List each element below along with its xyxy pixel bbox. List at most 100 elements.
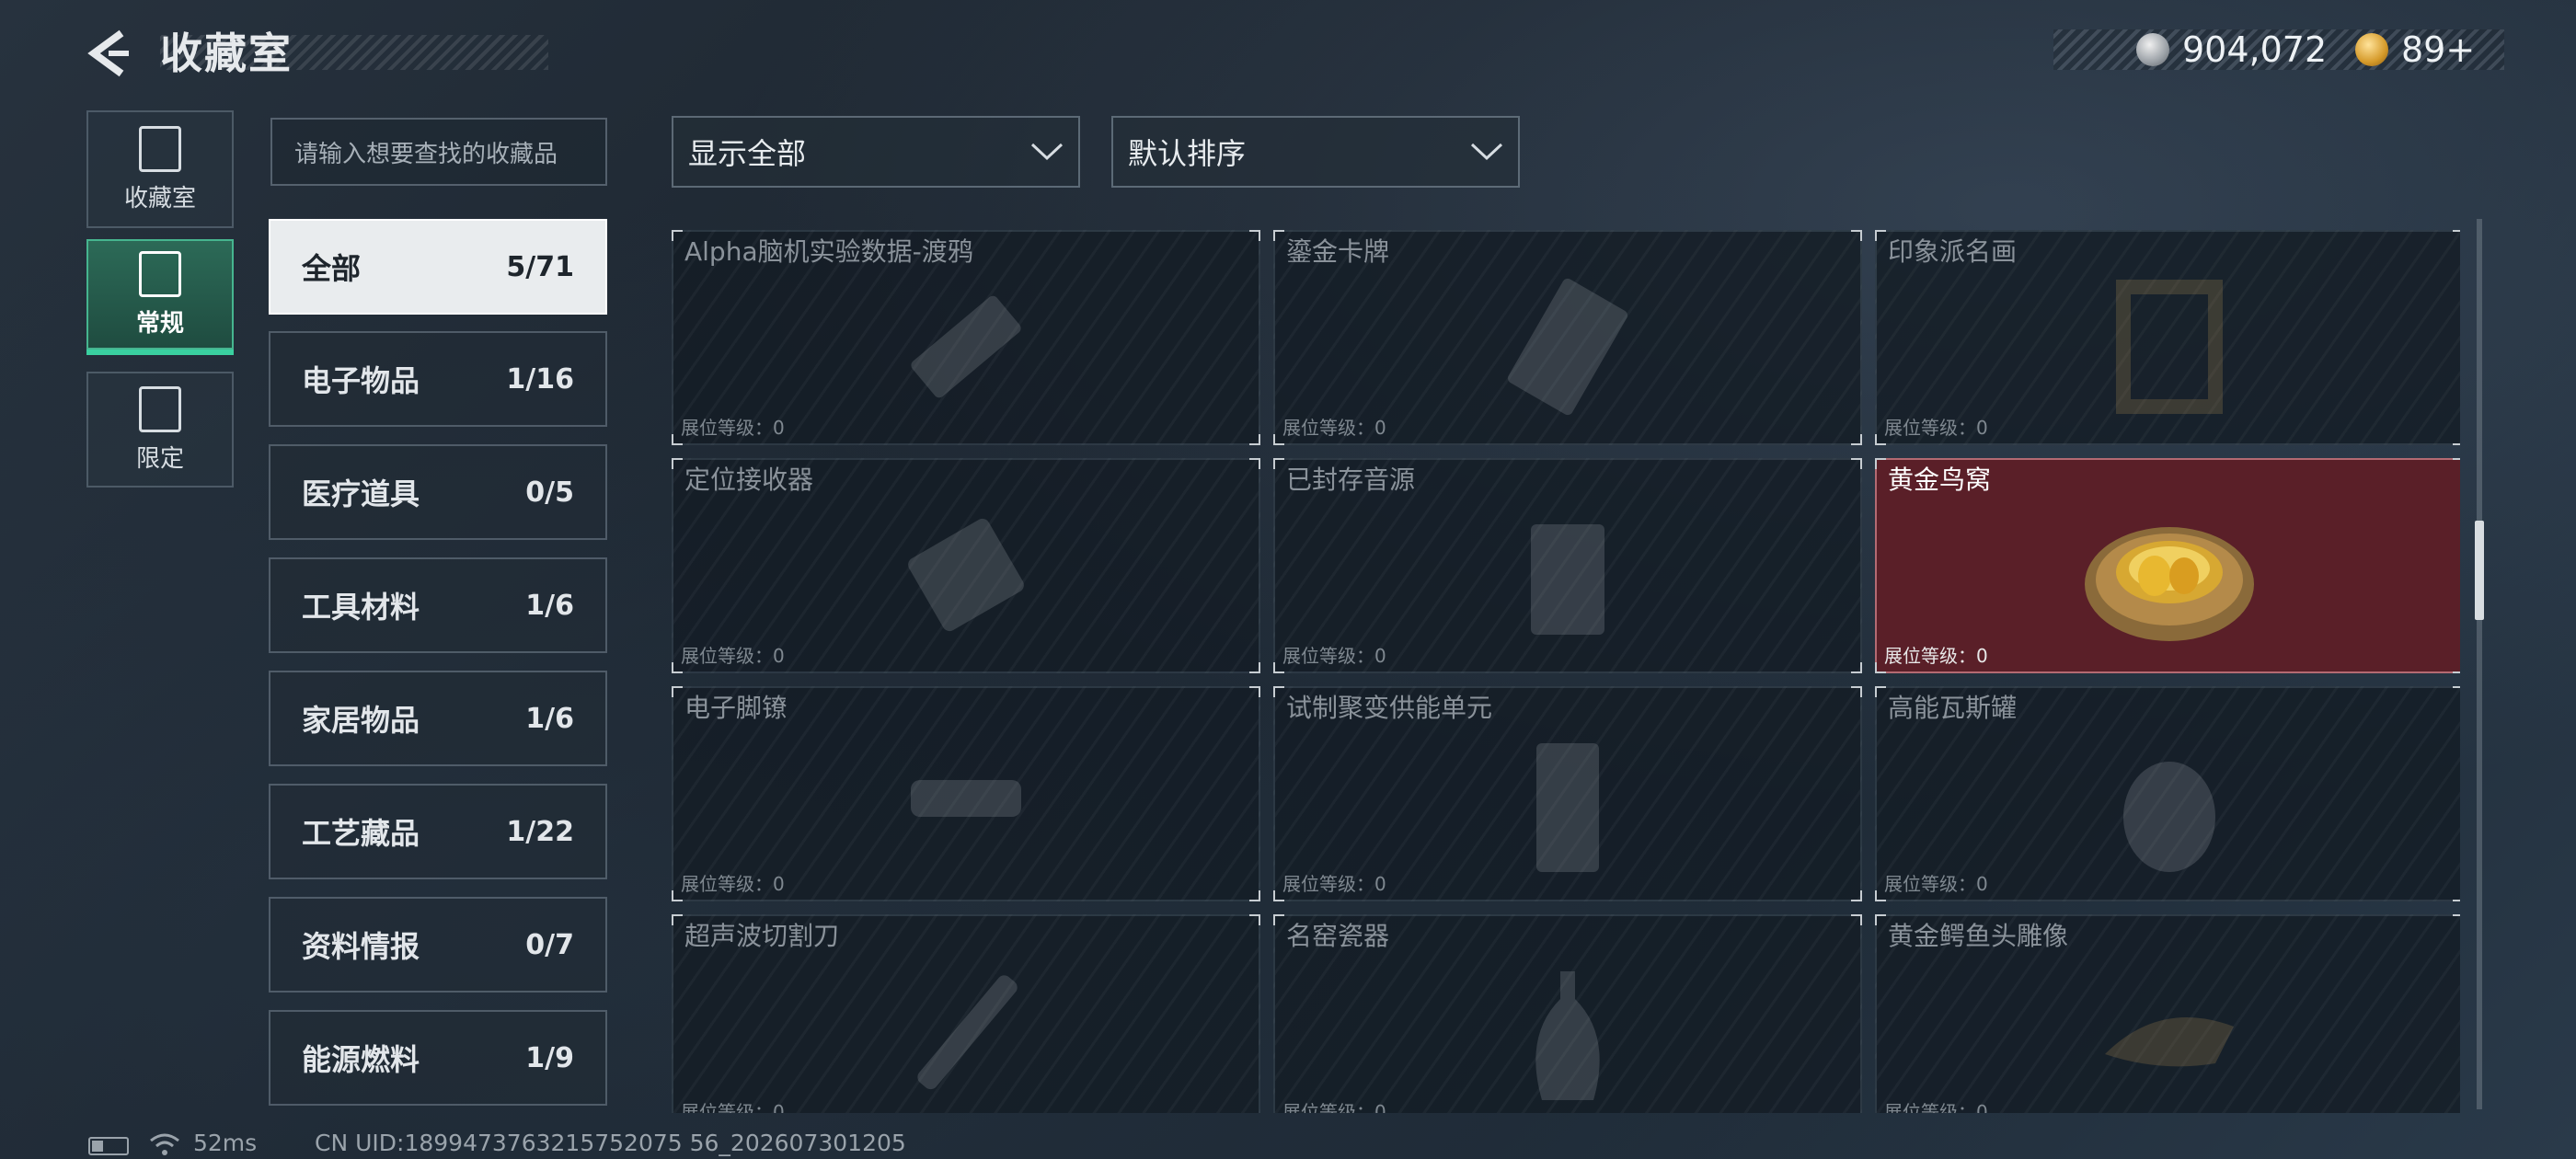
sort-value: 默认排序 <box>1128 136 1247 171</box>
item-card[interactable]: 超声波切割刀 展位等级：0 <box>672 914 1260 1113</box>
category-medical[interactable]: 医疗道具 0/5 <box>269 444 607 540</box>
category-intel[interactable]: 资料情报 0/7 <box>269 897 607 993</box>
category-energy[interactable]: 能源燃料 1/9 <box>269 1010 607 1106</box>
page-title: 收藏室 <box>160 29 293 78</box>
nav-tab-collection[interactable]: 收藏室 <box>86 110 234 228</box>
category-label: 资料情报 <box>302 929 420 964</box>
painting-icon <box>2116 280 2223 414</box>
nav-tab-regular[interactable]: 常规 <box>86 239 234 350</box>
category-label: 电子物品 <box>302 363 420 398</box>
data-device-icon <box>911 295 1021 398</box>
limited-icon <box>139 385 181 432</box>
category-label: 工具材料 <box>302 590 420 625</box>
item-card[interactable]: 印象派名画 展位等级：0 <box>1875 230 2460 445</box>
ankle-monitor-icon <box>911 780 1021 817</box>
item-name: Alpha脑机实验数据-渡鸦 <box>684 236 973 267</box>
category-count: 5/71 <box>506 250 574 283</box>
category-household[interactable]: 家居物品 1/6 <box>269 671 607 766</box>
category-label: 能源燃料 <box>302 1042 420 1077</box>
item-card[interactable]: 鎏金卡牌 展位等级：0 <box>1273 230 1862 445</box>
uid-label: CN UID:1899473763215752075 56_2026073012… <box>315 1130 906 1156</box>
item-name: 高能瓦斯罐 <box>1888 693 2018 723</box>
regular-icon <box>139 250 181 297</box>
fusion-cell-icon <box>1536 743 1599 872</box>
display-filter-dropdown[interactable]: 显示全部 <box>672 116 1080 188</box>
category-label: 医疗道具 <box>302 476 420 511</box>
item-level: 展位等级：0 <box>1282 417 1386 439</box>
item-level: 展位等级：0 <box>1884 645 1988 667</box>
chevron-down-icon <box>1470 143 1503 161</box>
item-name: 黄金鳄鱼头雕像 <box>1888 921 2069 951</box>
ping-label: 52ms <box>193 1130 258 1156</box>
item-level: 展位等级：0 <box>681 417 785 439</box>
nav-tab-label: 收藏室 <box>123 184 196 212</box>
category-count: 0/7 <box>525 928 574 961</box>
item-level: 展位等级：0 <box>1282 1101 1386 1113</box>
silver-amount: 904,072 <box>2182 29 2328 70</box>
category-count: 1/16 <box>506 362 574 396</box>
item-name: 定位接收器 <box>684 465 814 495</box>
item-name: 名窑瓷器 <box>1286 921 1390 951</box>
category-label: 工艺藏品 <box>302 816 420 851</box>
item-level: 展位等级：0 <box>1282 645 1386 667</box>
ultrasonic-cutter-icon <box>917 975 1018 1090</box>
item-name: 试制聚变供能单元 <box>1286 693 1493 723</box>
item-card[interactable]: 黄金鳄鱼头雕像 展位等级：0 <box>1875 914 2460 1113</box>
crocodile-statue-icon <box>2105 1017 2234 1067</box>
collection-grid: Alpha脑机实验数据-渡鸦 展位等级：0 鎏金卡牌 展位等级：0 印象派名画 … <box>672 230 2460 1113</box>
nav-tab-limited[interactable]: 限定 <box>86 372 234 488</box>
receiver-icon <box>908 518 1024 632</box>
item-card[interactable]: 试制聚变供能单元 展位等级：0 <box>1273 686 1862 901</box>
scrollbar-track[interactable] <box>2477 219 2482 1109</box>
audio-source-icon <box>1531 524 1604 635</box>
category-count: 1/22 <box>506 815 574 848</box>
item-level: 展位等级：0 <box>1884 417 1988 439</box>
item-name: 电子脚镣 <box>684 693 788 723</box>
item-card[interactable]: Alpha脑机实验数据-渡鸦 展位等级：0 <box>672 230 1260 445</box>
gold-coin-icon <box>2355 33 2388 66</box>
item-name: 鎏金卡牌 <box>1286 236 1390 267</box>
nav-tab-label: 常规 <box>135 309 184 338</box>
item-level: 展位等级：0 <box>1884 873 1988 895</box>
category-count: 1/6 <box>525 702 574 735</box>
gas-canister-icon <box>2123 762 2215 872</box>
gold-amount[interactable]: 89+ <box>2401 28 2475 72</box>
category-count: 0/5 <box>525 476 574 509</box>
category-label: 全部 <box>302 251 362 286</box>
item-level: 展位等级：0 <box>681 1101 785 1113</box>
category-all[interactable]: 全部 5/71 <box>269 219 607 315</box>
wifi-icon <box>150 1133 179 1155</box>
nav-tab-label: 限定 <box>135 444 184 473</box>
category-count: 1/6 <box>525 589 574 622</box>
item-level: 展位等级：0 <box>1884 1101 1988 1113</box>
category-label: 家居物品 <box>302 703 420 738</box>
item-name: 黄金鸟窝 <box>1888 465 1992 495</box>
silver-coin-icon <box>2136 33 2169 66</box>
search-input[interactable]: 请输入想要查找的收藏品 <box>270 118 607 186</box>
item-card[interactable]: 电子脚镣 展位等级：0 <box>672 686 1260 901</box>
item-level: 展位等级：0 <box>681 873 785 895</box>
collection-icon <box>139 125 181 172</box>
item-name: 已封存音源 <box>1286 465 1416 495</box>
category-crafts[interactable]: 工艺藏品 1/22 <box>269 784 607 879</box>
item-card[interactable]: 高能瓦斯罐 展位等级：0 <box>1875 686 2460 901</box>
sort-dropdown[interactable]: 默认排序 <box>1111 116 1520 188</box>
item-card[interactable]: 定位接收器 展位等级：0 <box>672 458 1260 673</box>
category-electronics[interactable]: 电子物品 1/16 <box>269 331 607 427</box>
active-tab-indicator <box>86 350 234 355</box>
scrollbar-thumb[interactable] <box>2475 521 2484 620</box>
golden-nest-icon <box>2085 527 2254 641</box>
display-filter-value: 显示全部 <box>688 136 807 171</box>
item-level: 展位等级：0 <box>681 645 785 667</box>
item-name: 超声波切割刀 <box>684 921 840 951</box>
item-card[interactable]: 黄金鸟窝 展位等级：0 <box>1875 458 2460 673</box>
item-card[interactable]: 名窑瓷器 展位等级：0 <box>1273 914 1862 1113</box>
item-level: 展位等级：0 <box>1282 873 1386 895</box>
card-icon <box>1508 278 1627 416</box>
back-arrow-icon[interactable] <box>85 28 136 79</box>
battery-level <box>92 1141 103 1152</box>
category-tools[interactable]: 工具材料 1/6 <box>269 557 607 653</box>
item-name: 印象派名画 <box>1888 236 2018 267</box>
item-card[interactable]: 已封存音源 展位等级：0 <box>1273 458 1862 673</box>
category-count: 1/9 <box>525 1041 574 1074</box>
